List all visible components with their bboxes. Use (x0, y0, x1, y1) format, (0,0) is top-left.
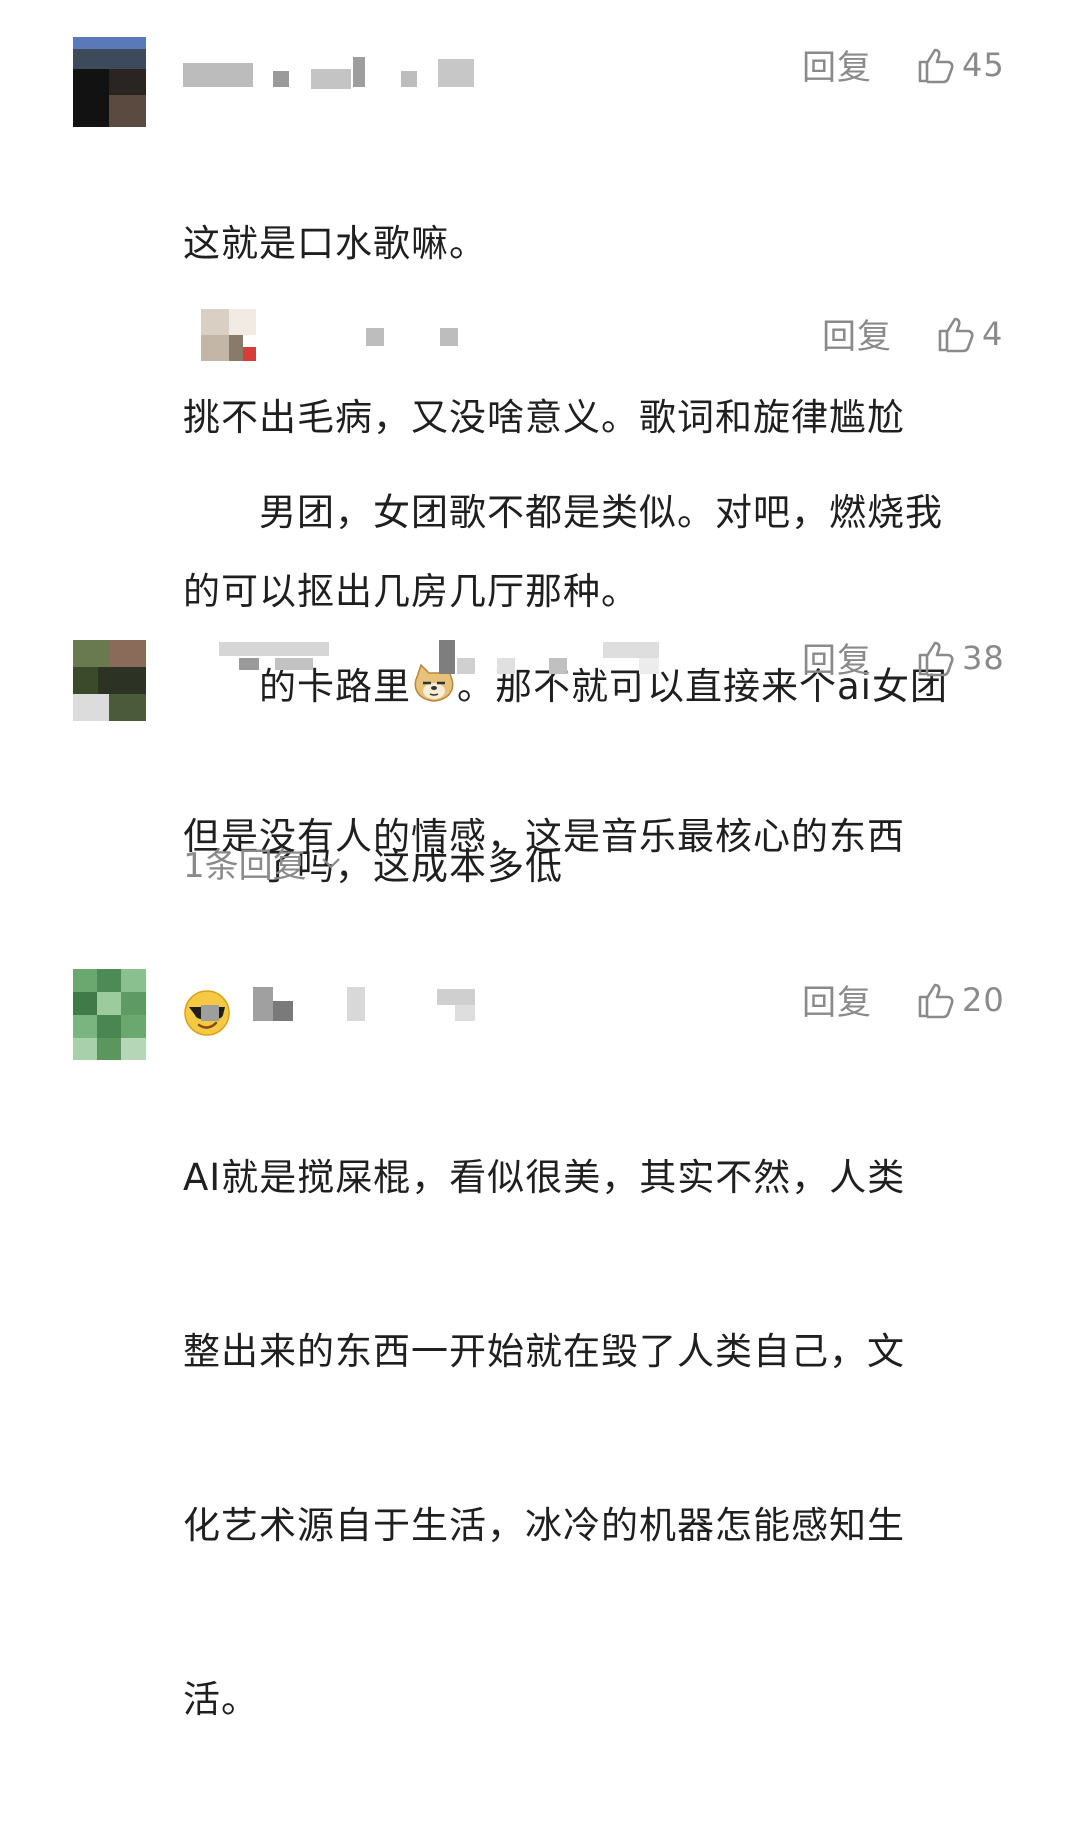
comment-actions: 回复 38 (802, 633, 1005, 682)
like-count: 45 (962, 45, 1005, 84)
like-count: 4 (982, 314, 1004, 353)
like-button[interactable]: 20 (916, 980, 1005, 1020)
comment-text: AI就是搅屎棍，看似很美，其实不然，人类 整出来的东西一开始就在毁了人类自己，文… (183, 1156, 906, 1721)
like-button[interactable]: 38 (916, 638, 1005, 678)
reply-button[interactable]: 回复 (802, 633, 872, 682)
thumbs-up-icon (938, 317, 974, 352)
reply-button[interactable]: 回复 (802, 40, 872, 89)
like-count: 20 (962, 980, 1005, 1019)
thumbs-up-icon (918, 48, 954, 83)
username-redacted (366, 322, 466, 362)
username-redacted (183, 55, 483, 95)
reply-button[interactable]: 回复 (822, 309, 892, 358)
comment-actions: 回复 45 (802, 40, 1005, 89)
username-redacted (201, 987, 501, 1027)
reply-button[interactable]: 回复 (802, 975, 872, 1024)
user-avatar[interactable] (73, 640, 146, 721)
like-button[interactable]: 4 (936, 314, 1003, 354)
thumbs-up-icon (918, 983, 954, 1018)
user-avatar[interactable] (73, 969, 146, 1060)
expand-replies-button[interactable]: 1条回复 (183, 838, 341, 887)
comment-actions: 回复 4 (822, 309, 1003, 358)
thumbs-up-icon (918, 641, 954, 676)
replies-count-label: 1条回复 (183, 846, 307, 886)
username-redacted (219, 640, 669, 680)
comment-actions: 回复 20 (802, 975, 1005, 1024)
chevron-down-icon (321, 857, 340, 869)
user-avatar[interactable] (73, 37, 146, 127)
user-avatar[interactable] (201, 309, 256, 361)
like-button[interactable]: 45 (916, 45, 1005, 85)
like-count: 38 (962, 638, 1005, 677)
